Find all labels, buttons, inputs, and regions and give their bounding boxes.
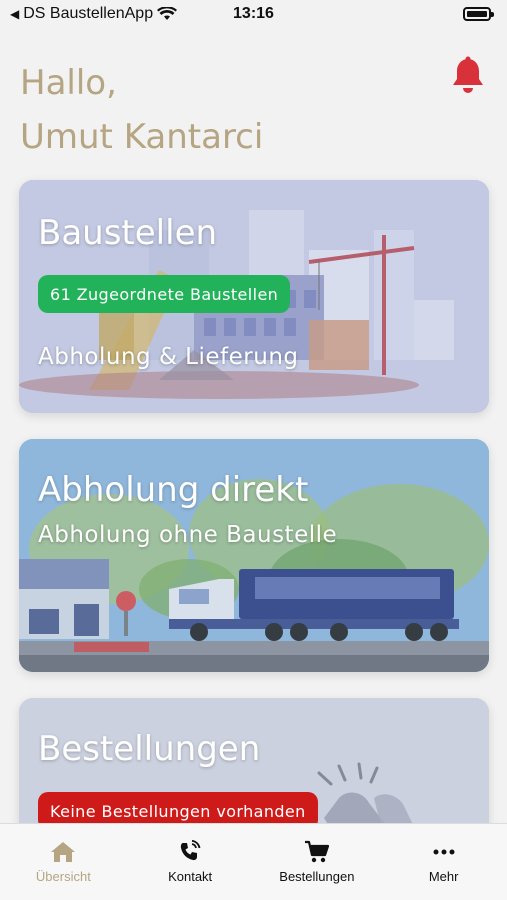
- tab-mehr-label: Mehr: [428, 869, 459, 884]
- tab-kontakt[interactable]: Kontakt: [127, 824, 254, 900]
- baustellen-count-badge: 61 Zugeordnete Baustellen: [38, 275, 291, 313]
- tab-kontakt-label: Kontakt: [168, 869, 213, 884]
- tab-bar: Übersicht Kontakt Bestellungen Mehr: [0, 823, 507, 900]
- back-arrow-icon: ◀: [10, 7, 20, 21]
- tab-uebersicht[interactable]: Übersicht: [0, 824, 127, 900]
- card-abholung-title: Abholung direkt: [38, 470, 309, 510]
- tab-mehr[interactable]: Mehr: [380, 824, 507, 900]
- greeting: Hallo, Umut Kantarci: [20, 56, 263, 164]
- card-abholung-subtitle: Abholung ohne Baustelle: [38, 522, 338, 548]
- card-baustellen[interactable]: Baustellen 61 Zugeordnete Baustellen Abh…: [19, 180, 489, 413]
- tab-bestellungen[interactable]: Bestellungen: [254, 824, 381, 900]
- home-icon: [51, 842, 76, 862]
- back-app-label: DS BaustellenApp: [23, 5, 154, 22]
- tab-bestellungen-label: Bestellungen: [279, 869, 355, 884]
- cart-icon: [304, 840, 329, 863]
- card-baustellen-title: Baustellen: [38, 213, 218, 253]
- back-to-app[interactable]: ◀ DS BaustellenApp: [10, 5, 178, 23]
- phone-icon: [180, 840, 201, 861]
- card-abholung-direkt[interactable]: Abholung direkt Abholung ohne Baustelle: [19, 439, 489, 672]
- wifi-icon: [157, 7, 178, 20]
- status-bar: ◀ DS BaustellenApp 13:16: [0, 0, 507, 28]
- more-icon: [433, 849, 455, 855]
- battery-icon: [463, 7, 494, 21]
- greeting-username: Umut Kantarci: [20, 117, 264, 157]
- card-baustellen-subtitle: Abholung & Lieferung: [38, 344, 299, 370]
- notification-bell-icon[interactable]: [450, 56, 486, 96]
- tab-uebersicht-label: Übersicht: [35, 869, 91, 884]
- greeting-hello: Hallo,: [20, 63, 117, 103]
- card-bestellungen-title: Bestellungen: [38, 729, 261, 769]
